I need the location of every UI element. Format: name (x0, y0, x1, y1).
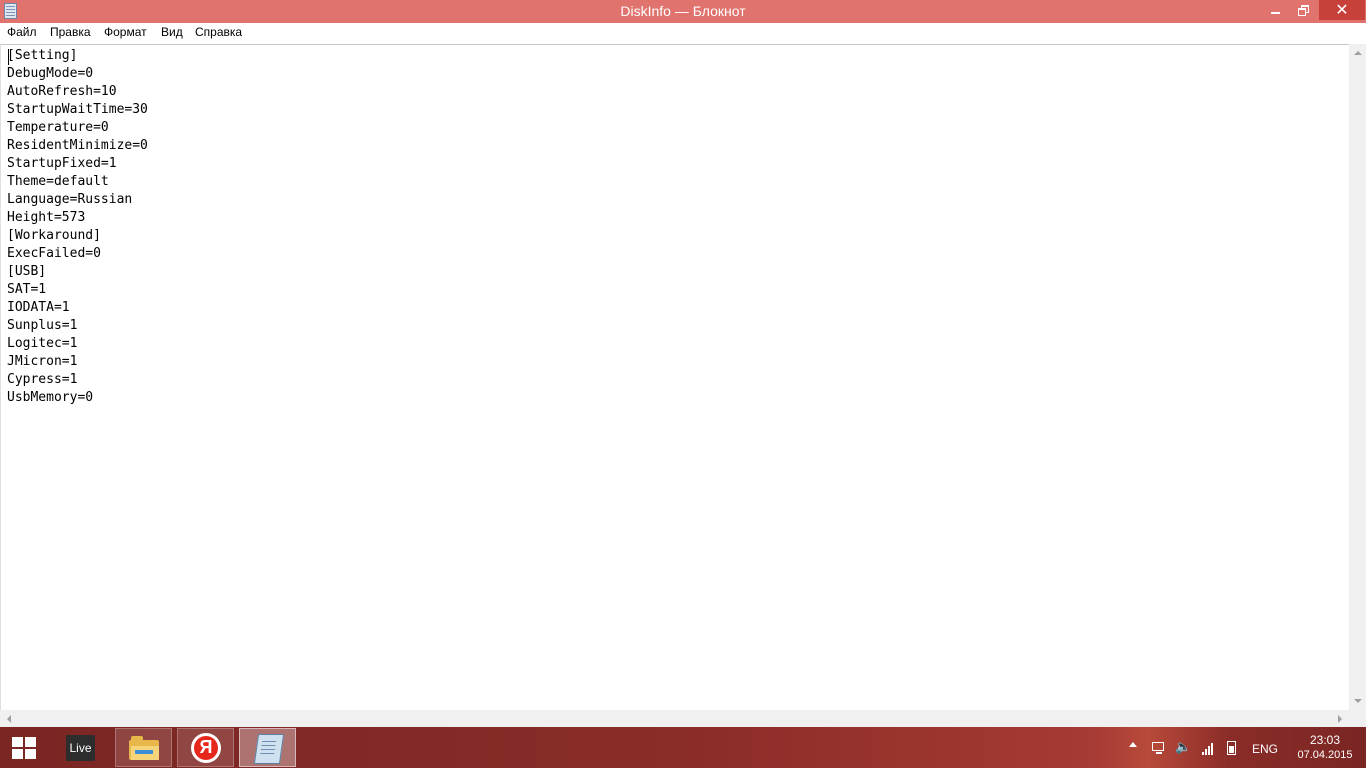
menu-format[interactable]: Формат (104, 25, 147, 39)
yandex-browser-icon: Я (191, 733, 221, 763)
start-button[interactable] (12, 737, 38, 759)
menu-edit[interactable]: Правка (50, 25, 91, 39)
editor-line: [Setting] (7, 48, 78, 63)
text-caret (8, 49, 9, 65)
window-title: DiskInfo — Блокнот (620, 3, 746, 19)
editor-line: DebugMode=0 (7, 66, 94, 81)
editor-line: [Workaround] (7, 228, 101, 243)
notepad-icon (253, 734, 285, 764)
title-bar[interactable]: DiskInfo — Блокнот ✕ (0, 0, 1366, 23)
restore-button[interactable] (1291, 0, 1315, 21)
editor-line: IODATA=1 (7, 300, 70, 315)
editor-line: Sunplus=1 (7, 318, 78, 333)
close-button[interactable]: ✕ (1319, 0, 1365, 20)
editor-line: Temperature=0 (7, 120, 109, 135)
yandex-letter: Я (199, 737, 213, 757)
editor-line: Language=Russian (7, 192, 133, 207)
signal-strength-icon[interactable] (1200, 740, 1216, 756)
text-editor[interactable]: [Setting] DebugMode=0 AutoRefresh=10 Sta… (0, 44, 1349, 710)
editor-line: Cypress=1 (7, 372, 78, 387)
scrollbar-corner (1349, 710, 1366, 727)
windows-logo-pane (25, 737, 36, 747)
scroll-up-icon[interactable] (1354, 51, 1362, 55)
input-language-indicator[interactable]: ENG (1252, 742, 1278, 756)
clock[interactable]: 23:03 07.04.2015 (1296, 733, 1354, 763)
network-icon[interactable] (1151, 740, 1167, 756)
editor-line: AutoRefresh=10 (7, 84, 117, 99)
editor-line: ResidentMinimize=0 (7, 138, 148, 153)
editor-line: ExecFailed=0 (7, 246, 101, 261)
clock-time: 23:03 (1309, 733, 1341, 747)
editor-content[interactable]: [Setting] DebugMode=0 AutoRefresh=10 Sta… (7, 47, 148, 407)
battery-icon[interactable] (1224, 740, 1240, 756)
editor-line: UsbMemory=0 (7, 390, 94, 405)
editor-line: StartupWaitTime=30 (7, 102, 148, 117)
scroll-right-icon[interactable] (1338, 715, 1342, 723)
scroll-left-icon[interactable] (7, 715, 11, 723)
file-explorer-icon (129, 736, 159, 760)
editor-line: Theme=default (7, 174, 109, 189)
editor-line: StartupFixed=1 (7, 156, 117, 171)
taskbar-file-explorer[interactable] (115, 728, 172, 767)
close-icon: ✕ (1335, 0, 1349, 19)
horizontal-scrollbar[interactable] (0, 710, 1349, 727)
windows-logo-icon (12, 737, 23, 747)
editor-line: Height=573 (7, 210, 86, 225)
menu-help[interactable]: Справка (195, 25, 242, 39)
editor-line: SAT=1 (7, 282, 47, 297)
menu-view[interactable]: Вид (161, 25, 183, 39)
clock-date: 07.04.2015 (1297, 749, 1353, 761)
editor-line: JMicron=1 (7, 354, 78, 369)
vertical-scrollbar[interactable] (1349, 44, 1366, 710)
scroll-down-icon[interactable] (1354, 699, 1362, 703)
editor-line: Logitec=1 (7, 336, 78, 351)
menu-file[interactable]: Файл (7, 25, 37, 39)
editor-line: [USB] (7, 264, 47, 279)
windows-logo-pane (12, 749, 23, 759)
taskbar-notepad[interactable] (239, 728, 296, 767)
show-hidden-icons-chevron-icon[interactable] (1129, 742, 1137, 747)
volume-icon[interactable]: 🔈 (1175, 740, 1191, 756)
live-tile-button[interactable]: Live (66, 735, 95, 761)
windows-logo-pane (25, 749, 36, 759)
taskbar-yandex-browser[interactable]: Я (177, 728, 234, 767)
menu-bar: Файл Правка Формат Вид Справка (0, 23, 1366, 43)
minimize-button[interactable] (1263, 0, 1287, 21)
